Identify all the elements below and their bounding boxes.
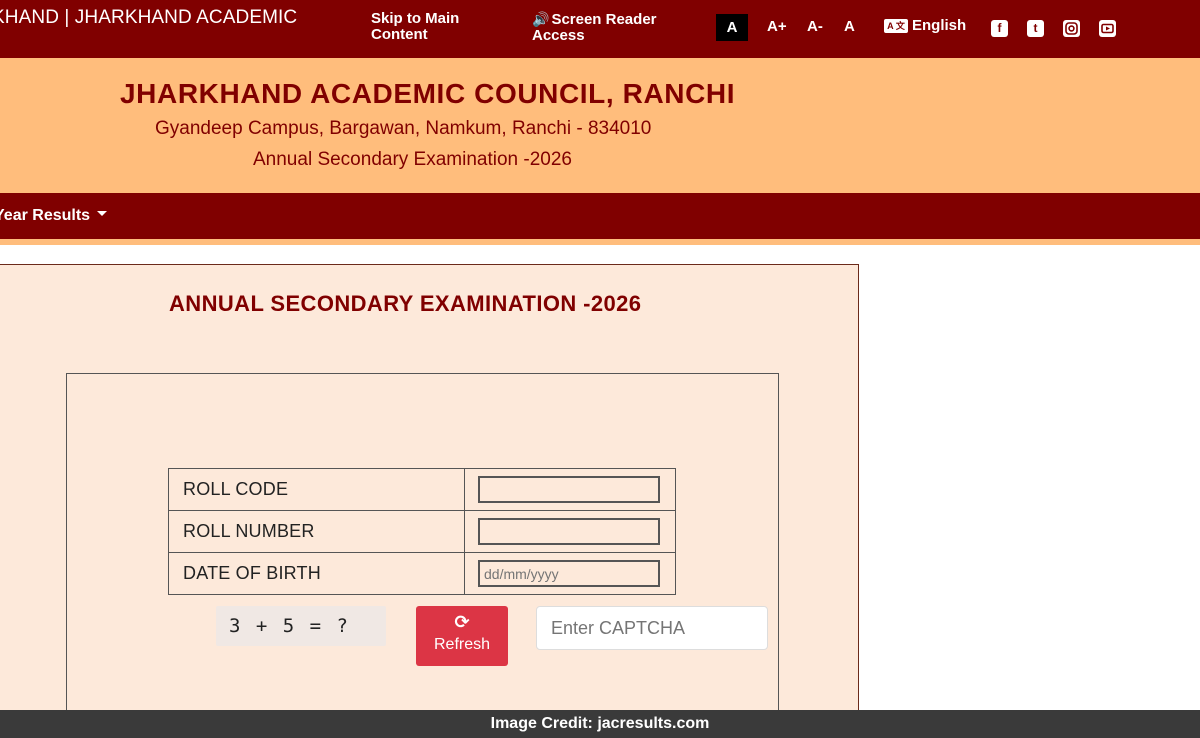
language-selector[interactable]: A 文 English [884,17,966,34]
site-name: KHAND | JHARKHAND ACADEMIC [0,7,298,28]
dob-cell [464,552,676,595]
dob-label: DATE OF BIRTH [168,552,465,595]
youtube-icon[interactable] [1099,20,1116,37]
font-increase-button[interactable]: A+ [767,18,787,35]
font-reset-button[interactable]: A [844,18,855,35]
captcha-input[interactable] [536,606,768,650]
facebook-icon[interactable]: f [991,20,1008,37]
login-form: ROLL CODE ROLL NUMBER DATE OF BIRTH dd/m… [66,373,779,738]
nav-divider [0,239,1200,245]
screen-reader-line-1: Screen Reader [551,11,657,28]
refresh-label: Refresh [433,636,491,653]
table-row: DATE OF BIRTH [168,552,676,595]
skip-line-1: Skip to Main [371,10,460,27]
roll-number-input[interactable] [478,518,660,545]
skip-to-main-link[interactable]: Skip to Main Content [371,11,459,43]
roll-number-cell [464,510,676,553]
roll-code-cell [464,468,676,511]
instagram-glyph [1065,22,1078,35]
council-address: Gyandeep Campus, Bargawan, Namkum, Ranch… [155,118,652,139]
header-banner: JHARKHAND ACADEMIC COUNCIL, RANCHI Gyand… [0,58,1200,193]
roll-number-label: ROLL NUMBER [168,510,465,553]
speaker-icon: 🔊 [532,11,550,27]
council-title: JHARKHAND ACADEMIC COUNCIL, RANCHI [120,78,736,109]
screen-reader-line-2: Access [532,27,585,44]
exam-subtitle: Annual Secondary Examination -2026 [253,149,572,170]
skip-line-2: Content [371,26,428,43]
caret-down-icon [97,211,108,217]
credentials-table: ROLL CODE ROLL NUMBER DATE OF BIRTH [168,468,676,595]
year-results-dropdown[interactable]: Year Results [0,207,108,225]
form-title: ANNUAL SECONDARY EXAMINATION -2026 [169,291,642,316]
translate-icon: A 文 [884,18,908,33]
captcha-question: 3 + 5 = ? [216,606,386,646]
roll-code-input[interactable] [478,476,660,503]
instagram-icon[interactable] [1063,20,1080,37]
language-label: English [912,17,967,34]
main-nav: Year Results [0,193,1200,239]
top-bar: KHAND | JHARKHAND ACADEMIC Skip to Main … [0,0,1200,58]
page: KHAND | JHARKHAND ACADEMIC Skip to Main … [0,0,1200,738]
year-results-label: Year Results [0,207,91,224]
table-row: ROLL CODE [168,468,676,511]
twitter-icon[interactable]: t [1027,20,1044,37]
youtube-glyph [1101,23,1114,34]
table-row: ROLL NUMBER [168,510,676,553]
refresh-captcha-button[interactable]: ⟳ Refresh [416,606,508,666]
screen-reader-link[interactable]: 🔊 Screen Reader Access [532,11,657,44]
font-default-button[interactable]: A [716,14,748,41]
roll-code-label: ROLL CODE [168,468,465,511]
result-panel: ANNUAL SECONDARY EXAMINATION -2026 ROLL … [0,264,859,738]
image-credit: Image Credit: jacresults.com [0,710,1200,738]
font-decrease-button[interactable]: A- [807,18,823,35]
refresh-icon: ⟳ [454,612,470,632]
dob-input[interactable] [478,560,660,587]
